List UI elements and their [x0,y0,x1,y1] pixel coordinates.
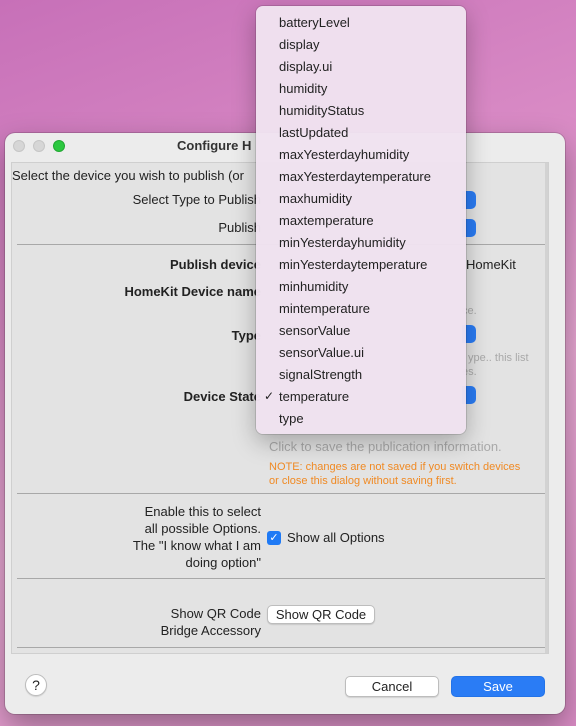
menu-item-display[interactable]: display [256,34,466,56]
select-type-label: Select Type to Publish [132,192,261,207]
menu-item-maxhumidity[interactable]: maxhumidity [256,188,466,210]
save-hint: Click to save the publication informatio… [269,439,502,454]
menu-item-sensorValue-ui[interactable]: sensorValue.ui [256,342,466,364]
menu-item-sensorValue[interactable]: sensorValue [256,320,466,342]
qr-label-2: Bridge Accessory [160,623,261,638]
menu-item-mintemperature[interactable]: mintemperature [256,298,466,320]
menu-item-temperature[interactable]: ✓ temperature [256,386,466,408]
divider [17,578,545,579]
note-line-1: NOTE: changes are not saved if you switc… [269,461,521,473]
menu-item-humidity[interactable]: humidity [256,78,466,100]
menu-item-minYesterdayhumidity[interactable]: minYesterdayhumidity [256,232,466,254]
window-title: Configure H [177,138,252,153]
menu-item-maxtemperature[interactable]: maxtemperature [256,210,466,232]
options-label-4: doing option" [185,555,261,570]
device-state-label: Device State [183,389,261,404]
options-label-3: The "I know what I am [132,538,261,553]
cancel-button[interactable]: Cancel [345,676,439,697]
publish-device-label: Publish device [169,257,261,272]
zoom-window-button[interactable] [53,140,65,152]
minimize-window-button[interactable] [33,140,45,152]
menu-item-humidityStatus[interactable]: humidityStatus [256,100,466,122]
close-window-button[interactable] [13,140,25,152]
qr-label-1: Show QR Code [170,606,261,621]
menu-item-minYesterdaytemperature[interactable]: minYesterdaytemperature [256,254,466,276]
show-qr-code-button[interactable]: Show QR Code [267,605,375,624]
divider [17,647,545,648]
divider [17,493,545,494]
menu-item-maxYesterdayhumidity[interactable]: maxYesterdayhumidity [256,144,466,166]
type-hint-fragment: ype.. this list [468,352,529,364]
options-label-1: Enable this to select [144,504,261,519]
menu-item-lastUpdated[interactable]: lastUpdated [256,122,466,144]
show-all-options-checkbox[interactable]: ✓ [267,531,281,545]
scrollbar[interactable] [545,163,548,653]
menu-item-type[interactable]: type [256,408,466,430]
menu-item-maxYesterdaytemperature[interactable]: maxYesterdaytemperature [256,166,466,188]
publish-label: Publish [218,220,261,235]
note-line-2: or close this dialog without saving firs… [269,475,457,487]
homekit-device-name-label: HomeKit Device name [124,284,261,299]
show-all-options-label[interactable]: Show all Options [287,530,385,545]
intro-text: Select the device you wish to publish (o… [12,168,244,183]
menu-item-batteryLevel[interactable]: batteryLevel [256,12,466,34]
homekit-fragment: HomeKit [466,257,516,272]
options-label-2: all possible Options. [144,521,261,536]
menu-item-display-ui[interactable]: display.ui [256,56,466,78]
device-state-dropdown-menu: batteryLevel display display.ui humidity… [256,6,466,434]
checkmark-icon: ✓ [264,389,275,403]
help-button[interactable]: ? [25,674,47,696]
save-button[interactable]: Save [451,676,545,697]
menu-item-minhumidity[interactable]: minhumidity [256,276,466,298]
menu-item-signalStrength[interactable]: signalStrength [256,364,466,386]
